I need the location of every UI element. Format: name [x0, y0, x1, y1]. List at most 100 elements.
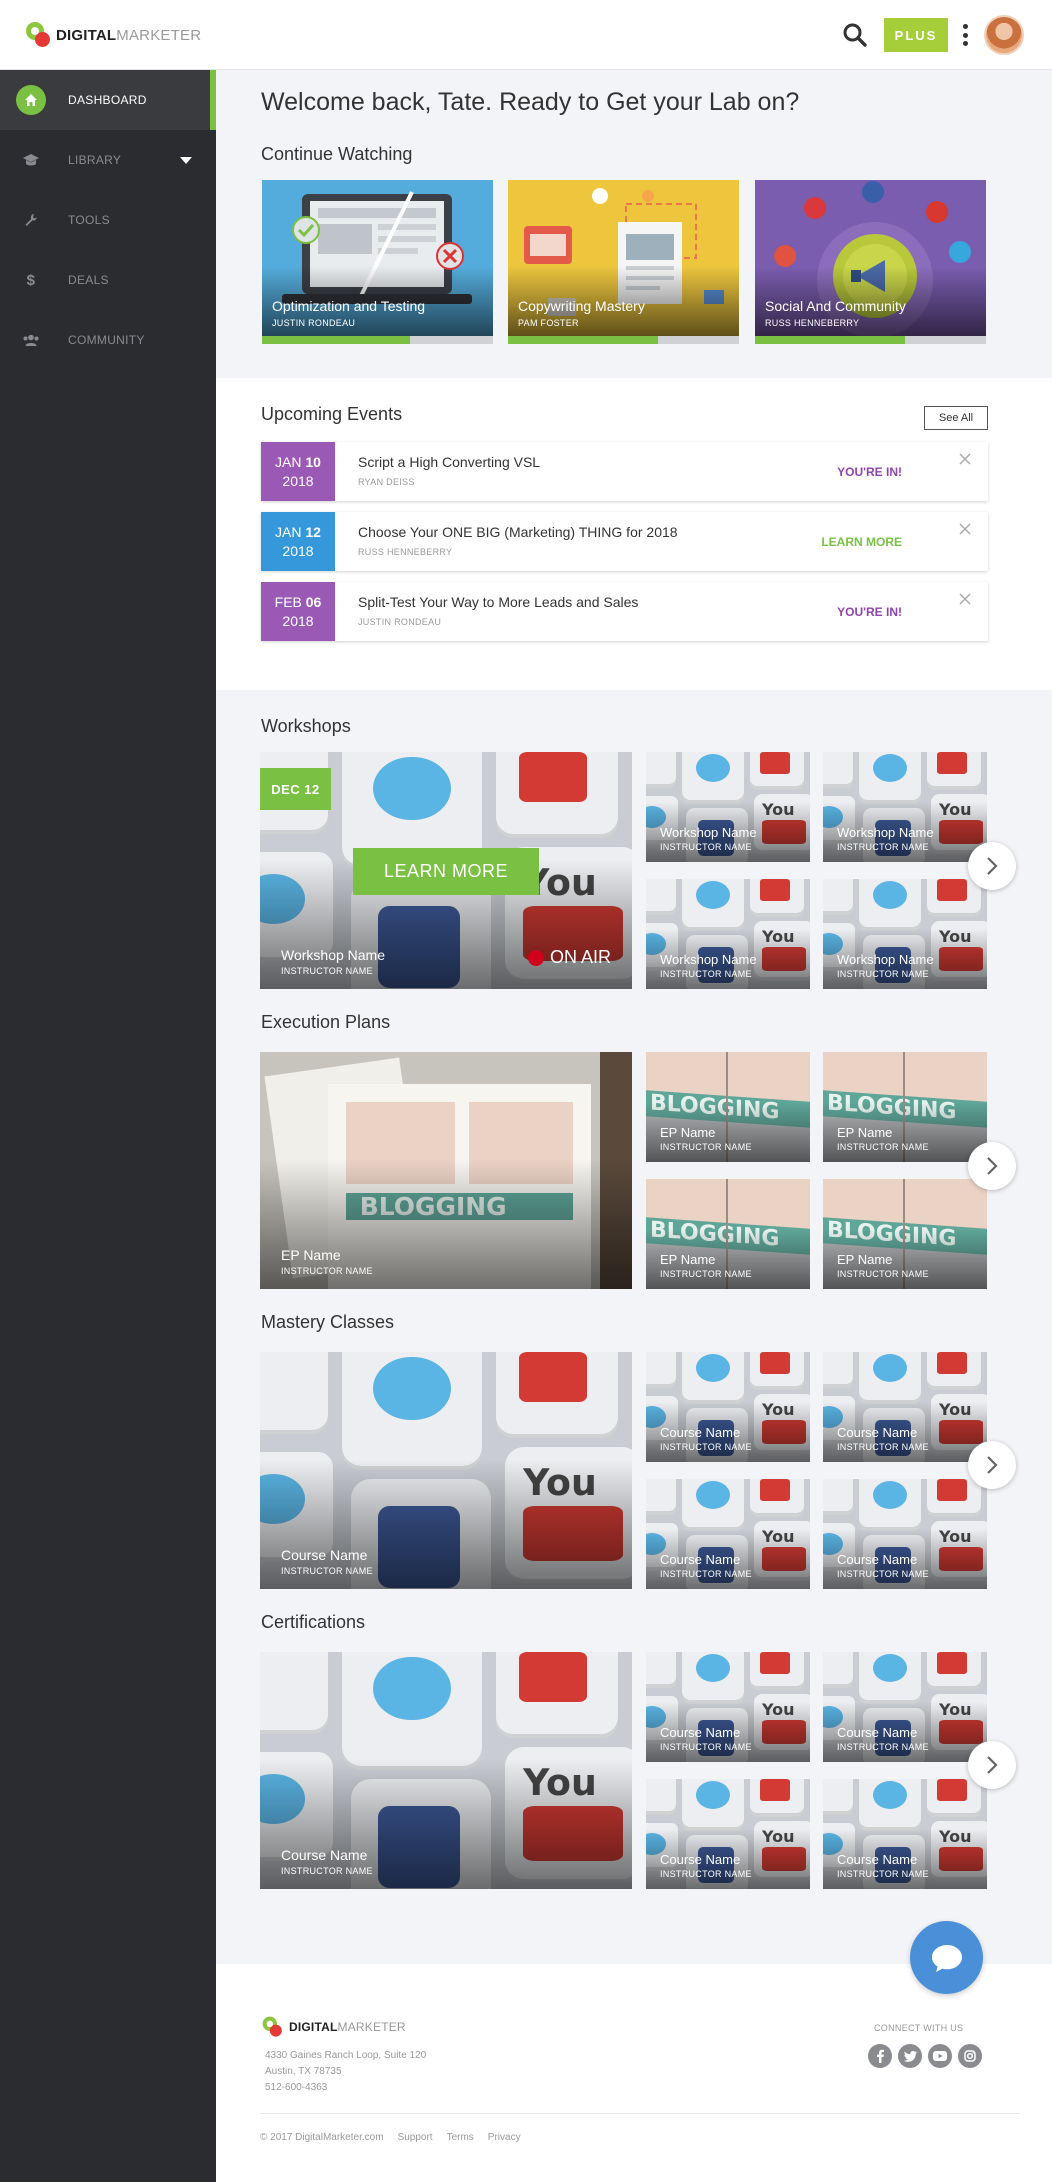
top-header: DIGITALMARKETER PLUS	[0, 0, 1052, 70]
event-row[interactable]: JAN 12 2018 Choose Your ONE BIG (Marketi…	[261, 512, 988, 571]
event-status[interactable]: YOU'RE IN!	[837, 465, 902, 479]
sidebar-item-label: DASHBOARD	[68, 93, 147, 107]
learn-more-button[interactable]: LEARN MORE	[353, 848, 539, 895]
progress-bar	[508, 336, 739, 344]
card-name: EP Name	[837, 1125, 893, 1140]
card-instructor: INSTRUCTOR NAME	[837, 1869, 929, 1879]
close-icon[interactable]	[958, 522, 972, 536]
card-instructor: INSTRUCTOR NAME	[837, 969, 929, 979]
card-name: Workshop Name	[281, 947, 386, 963]
see-all-button[interactable]: See All	[924, 406, 988, 430]
twitter-icon[interactable]	[898, 2044, 922, 2068]
continue-card-title: Copywriting Mastery	[518, 298, 645, 314]
course-card[interactable]: You Course NameINSTRUCTOR NAME	[823, 1652, 987, 1762]
next-arrow-button[interactable]	[968, 1142, 1016, 1190]
search-icon[interactable]	[842, 22, 868, 48]
plus-button[interactable]: PLUS	[884, 18, 948, 52]
ep-card[interactable]: BLOGGING EP NameINSTRUCTOR NAME	[823, 1052, 987, 1162]
sidebar-item-deals[interactable]: $ DEALS	[0, 250, 216, 310]
sidebar-item-label: DEALS	[68, 273, 109, 287]
footer-links: © 2017 DigitalMarketer.com Support Terms…	[260, 2132, 521, 2143]
logo-text-light: MARKETER	[116, 26, 202, 44]
workshop-card[interactable]: You Workshop NameINSTRUCTOR NAME	[823, 752, 987, 862]
footer-logo[interactable]: DIGITALMARKETER	[260, 2012, 406, 2042]
close-icon[interactable]	[958, 452, 972, 466]
event-date-badge: FEB 06 2018	[261, 582, 335, 641]
event-speaker: RYAN DEISS	[358, 477, 415, 487]
sidebar-item-tools[interactable]: TOOLS	[0, 190, 216, 250]
ep-card[interactable]: BLOGGING EP NameINSTRUCTOR NAME	[646, 1179, 810, 1289]
next-arrow-button[interactable]	[968, 1441, 1016, 1489]
card-name: Course Name	[660, 1725, 741, 1740]
ep-featured-card[interactable]: BLOGGING EP Name INSTRUCTOR NAME	[260, 1052, 632, 1289]
course-card[interactable]: You Course NameINSTRUCTOR NAME	[823, 1352, 987, 1462]
course-card[interactable]: You Course NameINSTRUCTOR NAME	[646, 1479, 810, 1589]
continue-watching-title: Continue Watching	[261, 144, 413, 164]
chat-button[interactable]	[910, 1921, 983, 1994]
card-instructor: INSTRUCTOR NAME	[660, 1742, 752, 1752]
digitalmarketer-logo[interactable]: DIGITALMARKETER	[26, 20, 201, 50]
course-card[interactable]: You Course NameINSTRUCTOR NAME	[646, 1352, 810, 1462]
card-instructor: INSTRUCTOR NAME	[837, 1142, 929, 1152]
workshop-card[interactable]: You Workshop NameINSTRUCTOR NAME	[823, 879, 987, 989]
sidebar-item-dashboard[interactable]: DASHBOARD	[0, 70, 216, 130]
continue-card[interactable]: Copywriting Mastery PAM FOSTER	[508, 180, 739, 344]
more-menu-icon[interactable]	[960, 22, 970, 48]
wrench-icon	[16, 205, 46, 235]
course-card[interactable]: You Course NameINSTRUCTOR NAME	[823, 1779, 987, 1889]
event-row[interactable]: FEB 06 2018 Split-Test Your Way to More …	[261, 582, 988, 641]
event-row[interactable]: JAN 10 2018 Script a High Converting VSL…	[261, 442, 988, 501]
footer-address: 4330 Gaines Ranch Loop, Suite 120 Austin…	[265, 2050, 427, 2093]
card-instructor: INSTRUCTOR NAME	[660, 1869, 752, 1879]
event-status[interactable]: LEARN MORE	[821, 535, 902, 549]
chevron-down-icon[interactable]	[180, 157, 192, 164]
footer-link-terms[interactable]: Terms	[447, 2132, 474, 2143]
logo-text-bold: DIGITAL	[56, 26, 117, 44]
card-instructor: INSTRUCTOR NAME	[281, 1866, 373, 1876]
mastery-featured-card[interactable]: You Course Name INSTRUCTOR NAME	[260, 1352, 632, 1589]
course-card[interactable]: You Course NameINSTRUCTOR NAME	[823, 1479, 987, 1589]
social-links	[868, 2044, 982, 2068]
continue-card-title: Social And Community	[765, 298, 906, 314]
card-name: Course Name	[837, 1425, 918, 1440]
card-instructor: INSTRUCTOR NAME	[837, 1442, 929, 1452]
connect-label: CONNECT WITH US	[874, 2023, 964, 2033]
welcome-heading: Welcome back, Tate. Ready to Get your La…	[261, 88, 800, 116]
close-icon[interactable]	[958, 592, 972, 606]
ep-card[interactable]: BLOGGING EP NameINSTRUCTOR NAME	[646, 1052, 810, 1162]
youtube-icon[interactable]	[928, 2044, 952, 2068]
event-status[interactable]: YOU'RE IN!	[837, 605, 902, 619]
continue-card[interactable]: Optimization and Testing JUSTIN RONDEAU	[262, 180, 493, 344]
card-instructor: INSTRUCTOR NAME	[281, 1266, 373, 1276]
upcoming-events-title: Upcoming Events	[261, 404, 403, 424]
card-name: Course Name	[660, 1425, 741, 1440]
user-avatar[interactable]	[984, 15, 1024, 55]
workshop-card[interactable]: You Workshop NameINSTRUCTOR NAME	[646, 752, 810, 862]
progress-bar	[755, 336, 986, 344]
sidebar-item-library[interactable]: LIBRARY	[0, 130, 216, 190]
dollar-icon: $	[26, 271, 36, 289]
sidebar-item-community[interactable]: COMMUNITY	[0, 310, 216, 370]
continue-card[interactable]: Social And Community RUSS HENNEBERRY	[755, 180, 986, 344]
footer-link-privacy[interactable]: Privacy	[488, 2132, 521, 2143]
card-name: EP Name	[281, 1247, 341, 1263]
next-arrow-button[interactable]	[968, 1741, 1016, 1789]
ep-card[interactable]: BLOGGING EP NameINSTRUCTOR NAME	[823, 1179, 987, 1289]
certification-featured-card[interactable]: You Course Name INSTRUCTOR NAME	[260, 1652, 632, 1889]
logo-gears-icon	[262, 2015, 284, 2039]
event-title: Script a High Converting VSL	[358, 454, 541, 470]
facebook-icon[interactable]	[868, 2044, 892, 2068]
instagram-icon[interactable]	[958, 2044, 982, 2068]
next-arrow-button[interactable]	[968, 842, 1016, 890]
sidebar-item-label: COMMUNITY	[68, 333, 145, 347]
continue-card-author: RUSS HENNEBERRY	[765, 318, 860, 328]
on-air-indicator: ON AIR	[528, 947, 611, 968]
copyright-text: © 2017 DigitalMarketer.com	[260, 2132, 384, 2143]
progress-bar	[262, 336, 493, 344]
graduation-cap-icon	[16, 145, 46, 175]
course-card[interactable]: You Course NameINSTRUCTOR NAME	[646, 1779, 810, 1889]
footer-link-support[interactable]: Support	[398, 2132, 433, 2143]
card-instructor: INSTRUCTOR NAME	[837, 1742, 929, 1752]
workshop-card[interactable]: You Workshop NameINSTRUCTOR NAME	[646, 879, 810, 989]
course-card[interactable]: You Course NameINSTRUCTOR NAME	[646, 1652, 810, 1762]
